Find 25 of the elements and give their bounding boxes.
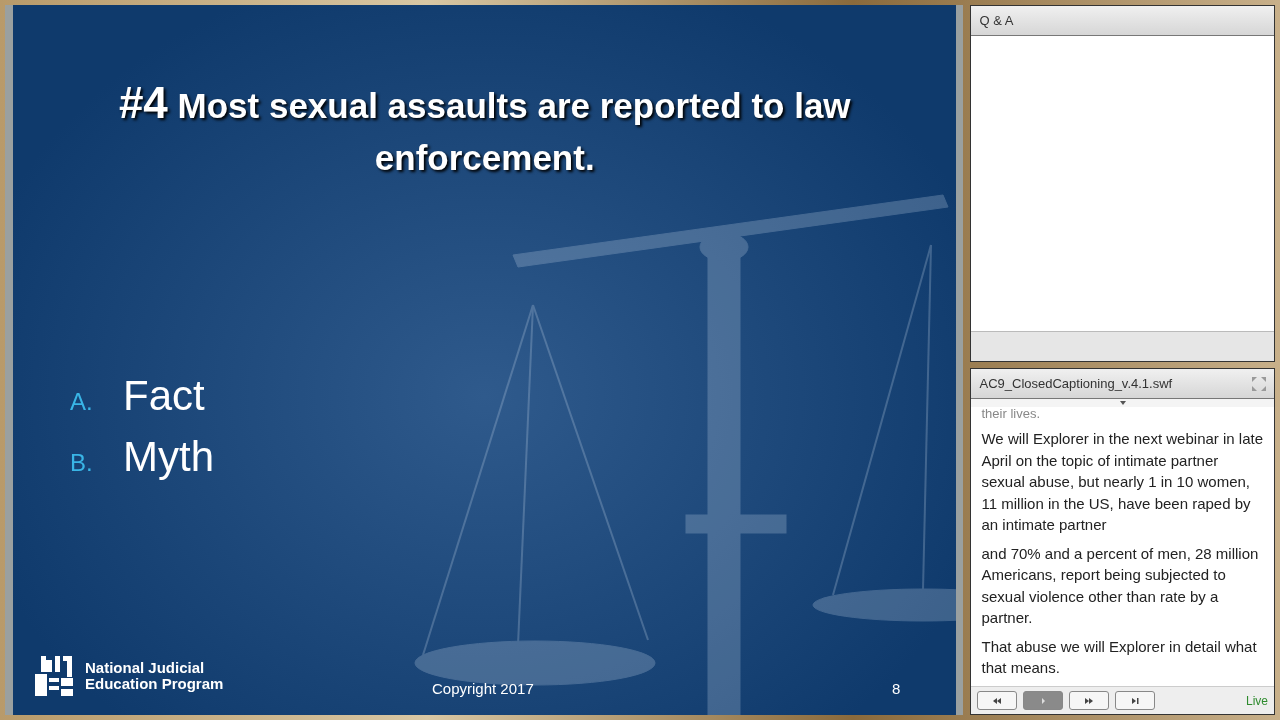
fast-forward-button[interactable] [1069, 691, 1110, 710]
fast-forward-icon [1085, 697, 1094, 704]
skip-to-end-icon [1131, 697, 1140, 704]
play-icon [1039, 697, 1048, 704]
slide-title: #4 Most sexual assaults are reported to law enforcement. [117, 77, 852, 179]
skip-to-end-button[interactable] [1115, 691, 1156, 710]
page-number: 8 [892, 679, 901, 699]
organization-name: Education Program [85, 676, 224, 692]
live-status: Live [1246, 692, 1268, 710]
organization-name: National Judicial [85, 660, 206, 676]
option-letter: B. [70, 448, 94, 478]
caption-text: That abuse we will Explorer in detail what that means. [981, 636, 1258, 678]
play-button[interactable] [1023, 691, 1064, 710]
caret-icon[interactable] [1119, 401, 1126, 405]
caption-text: their lives. [981, 407, 1041, 421]
caption-text: We will Explorer in the next webinar in late April on the topic of intimate partner sexual abuse, but nearly 1 in 10 women, 11 million in the US, have been raped by an intimate partner [981, 429, 1264, 535]
option-letter: A. [70, 387, 94, 417]
option-text: Myth [123, 434, 214, 480]
panel-title: AC9_ClosedCaptioning_v.4.1.swf [979, 374, 1173, 393]
rewind-icon [993, 697, 1002, 704]
caption-text: and 70% and a percent of men, 28 million Americans, report being subjected to sexual violence other than rate by a partner. [981, 543, 1260, 628]
option-text: Fact [123, 373, 205, 419]
copyright-text: Copyright 2017 [432, 679, 534, 699]
rewind-button[interactable] [977, 691, 1018, 710]
panel-title: Q & A [979, 11, 1014, 30]
